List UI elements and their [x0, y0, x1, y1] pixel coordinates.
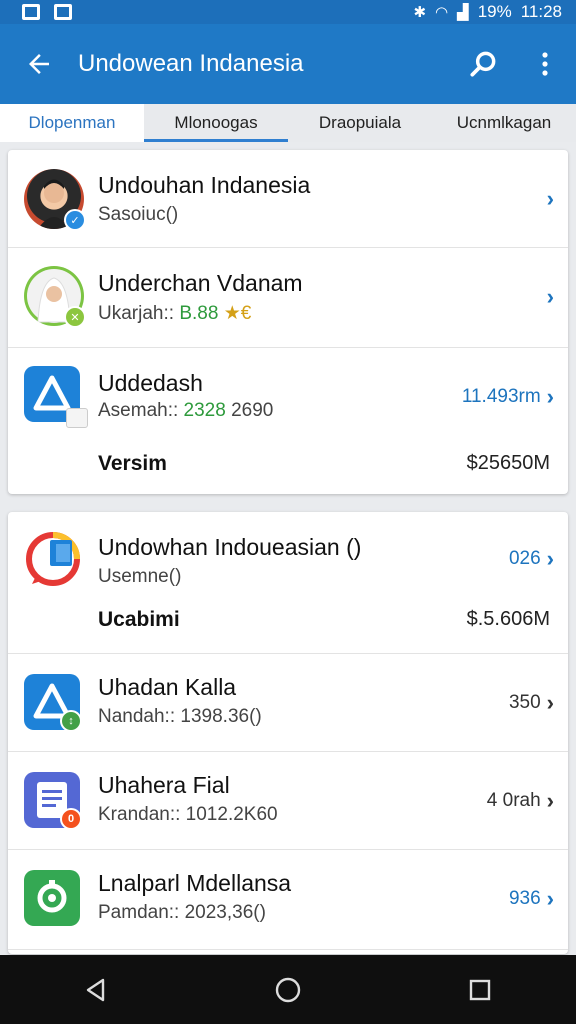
item-subtitle: Krandan:: 1012.2K60	[98, 804, 278, 825]
more-vert-icon	[542, 52, 548, 76]
summary-label: Versim	[98, 452, 167, 475]
wifi-icon: ◠	[435, 4, 449, 21]
list-item[interactable]: ✓ Undouhan Indanesia Sasoiuc() ›	[8, 150, 568, 248]
verified-badge-icon: ✓	[64, 209, 86, 231]
avatar: ✕	[24, 266, 86, 328]
item-value[interactable]: 11.493rm ›	[462, 384, 554, 410]
status-badge-icon: ✕	[64, 306, 86, 328]
item-title: Uhahera Fial	[98, 772, 230, 798]
item-title: Undowhan Indoueasian ()	[98, 534, 362, 560]
back-arrow-icon	[29, 54, 49, 74]
list-card: Undowhan Indoueasian () Usemne() 026 › Uc…	[8, 512, 568, 954]
notification-icon	[22, 4, 40, 20]
message-icon	[54, 4, 72, 20]
list-item[interactable]: Undowhan Indoueasian () Usemne() 026 › Uc…	[8, 512, 568, 654]
item-subtitle: Asemah:: 2328 2690	[98, 400, 274, 421]
list-item[interactable]: ↕ Uhadan Kalla Nandah:: 1398.36() 350 ›	[8, 654, 568, 752]
item-value[interactable]: 026 ›	[509, 546, 554, 572]
chevron-right-icon[interactable]: ›	[547, 284, 554, 310]
list-item[interactable]: 0 Uhahera Fial Krandan:: 1012.2K60 4 0ra…	[8, 752, 568, 850]
app-icon: 0	[24, 772, 84, 832]
item-title: Lnalparl Mdellansa	[98, 870, 292, 896]
list-card: ✓ Undouhan Indanesia Sasoiuc() › ✕ Under…	[8, 150, 568, 494]
app-icon: ↕	[24, 674, 84, 734]
item-subtitle: Nandah:: 1398.36()	[98, 706, 262, 727]
item-subtitle: Usemne()	[98, 566, 182, 587]
item-value[interactable]: 4 0rah ›	[487, 788, 554, 814]
nav-recents-icon	[469, 979, 491, 1000]
nav-home-button[interactable]	[258, 960, 318, 1020]
battery-level: 19%	[477, 2, 512, 21]
back-button[interactable]	[0, 24, 78, 104]
app-icon	[24, 366, 88, 428]
nav-back-button[interactable]	[66, 960, 126, 1020]
file-icon	[66, 408, 88, 428]
page-title: Undowean Indanesia	[78, 50, 304, 77]
search-button[interactable]	[452, 24, 514, 104]
clock: 11:28	[520, 2, 562, 21]
status-badge-icon: 0	[60, 808, 82, 830]
item-title: Undouhan Indanesia	[98, 172, 311, 198]
item-title: Uddedash	[98, 370, 203, 396]
status-badge-icon: ↕	[60, 710, 82, 732]
nav-home-icon	[275, 977, 301, 1002]
item-value[interactable]: 350 ›	[509, 690, 554, 716]
item-title: Uhadan Kalla	[98, 674, 237, 700]
item-title: Underchan Vdanam	[98, 270, 303, 296]
item-subtitle: Pamdan:: 2023,36()	[98, 902, 266, 923]
nav-recents-button[interactable]	[450, 960, 510, 1020]
app-icon	[24, 870, 84, 930]
summary-value: $25650M	[466, 452, 550, 474]
signal-icon: ▟	[457, 4, 469, 21]
app-bar: Undowean Indanesia	[0, 24, 576, 104]
item-value[interactable]: 936 ›	[509, 886, 554, 912]
bluetooth-icon: ✱	[413, 4, 427, 21]
list-item[interactable]: Uddedash Asemah:: 2328 2690 11.493rm › Ve…	[8, 348, 568, 494]
list-item[interactable]: ✕ Underchan Vdanam Ukarjah:: B.88 ★€ ›	[8, 248, 568, 348]
tab-bar: Dlopenman Mlonoogas Draopuiala Ucnmlkaga…	[0, 104, 576, 142]
summary-label: Ucabimi	[98, 608, 180, 631]
tab-4[interactable]: Ucnmlkagan	[432, 104, 576, 142]
search-icon	[470, 51, 496, 77]
more-options-button[interactable]	[514, 24, 576, 104]
tab-1[interactable]: Dlopenman	[0, 104, 144, 142]
app-icon	[24, 530, 84, 590]
summary-value: $.5.606M	[466, 608, 550, 630]
item-subtitle: Ukarjah:: B.88 ★€	[98, 303, 252, 324]
tab-2[interactable]: Mlonoogas	[144, 104, 288, 142]
system-nav-bar	[0, 955, 576, 1024]
status-bar: ✱ ◠ ▟ 19% 11:28	[0, 0, 576, 24]
chevron-right-icon[interactable]: ›	[547, 186, 554, 212]
tab-3[interactable]: Draopuiala	[288, 104, 432, 142]
nav-back-icon	[86, 978, 105, 1001]
list-item[interactable]: Lnalparl Mdellansa Pamdan:: 2023,36() 93…	[8, 850, 568, 950]
item-subtitle: Sasoiuc()	[98, 204, 179, 225]
avatar: ✓	[24, 169, 86, 231]
